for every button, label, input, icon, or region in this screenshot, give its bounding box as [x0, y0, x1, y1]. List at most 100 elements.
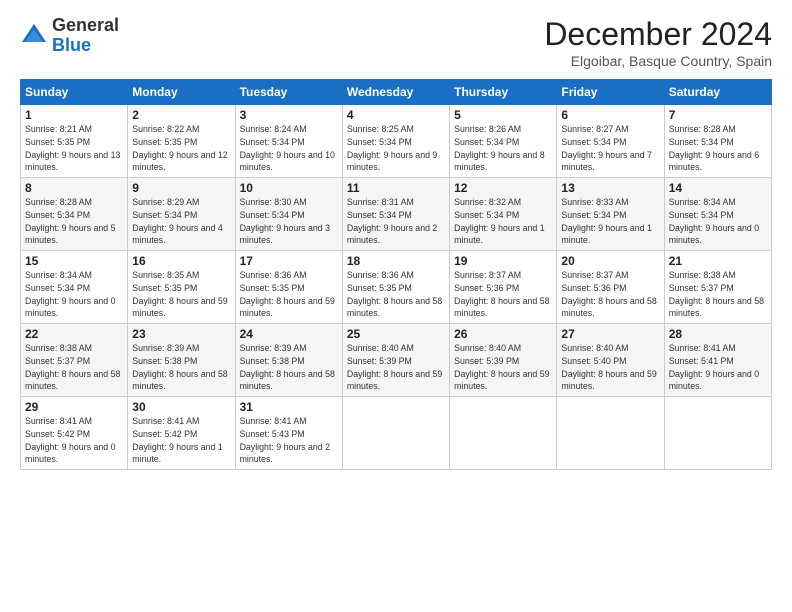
day-info: Sunrise: 8:37 AM Sunset: 5:36 PM Dayligh…	[561, 269, 659, 320]
day-number: 27	[561, 327, 659, 341]
calendar-cell: 25 Sunrise: 8:40 AM Sunset: 5:39 PM Dayl…	[342, 324, 449, 397]
calendar-cell: 29 Sunrise: 8:41 AM Sunset: 5:42 PM Dayl…	[21, 397, 128, 470]
calendar-cell: 27 Sunrise: 8:40 AM Sunset: 5:40 PM Dayl…	[557, 324, 664, 397]
calendar-cell: 31 Sunrise: 8:41 AM Sunset: 5:43 PM Dayl…	[235, 397, 342, 470]
day-number: 4	[347, 108, 445, 122]
day-number: 5	[454, 108, 552, 122]
day-number: 1	[25, 108, 123, 122]
day-number: 10	[240, 181, 338, 195]
day-info: Sunrise: 8:38 AM Sunset: 5:37 PM Dayligh…	[25, 342, 123, 393]
logo: General Blue	[20, 16, 119, 56]
calendar-table: SundayMondayTuesdayWednesdayThursdayFrid…	[20, 79, 772, 470]
calendar-cell: 5 Sunrise: 8:26 AM Sunset: 5:34 PM Dayli…	[450, 105, 557, 178]
day-number: 14	[669, 181, 767, 195]
day-number: 11	[347, 181, 445, 195]
calendar-cell: 12 Sunrise: 8:32 AM Sunset: 5:34 PM Dayl…	[450, 178, 557, 251]
day-number: 31	[240, 400, 338, 414]
calendar-cell: 4 Sunrise: 8:25 AM Sunset: 5:34 PM Dayli…	[342, 105, 449, 178]
calendar-cell: 22 Sunrise: 8:38 AM Sunset: 5:37 PM Dayl…	[21, 324, 128, 397]
logo-icon	[20, 22, 48, 50]
day-number: 13	[561, 181, 659, 195]
calendar-cell	[342, 397, 449, 470]
calendar-cell: 9 Sunrise: 8:29 AM Sunset: 5:34 PM Dayli…	[128, 178, 235, 251]
day-number: 28	[669, 327, 767, 341]
day-info: Sunrise: 8:41 AM Sunset: 5:42 PM Dayligh…	[132, 415, 230, 466]
calendar-cell: 16 Sunrise: 8:35 AM Sunset: 5:35 PM Dayl…	[128, 251, 235, 324]
calendar-cell: 2 Sunrise: 8:22 AM Sunset: 5:35 PM Dayli…	[128, 105, 235, 178]
calendar-header-saturday: Saturday	[664, 80, 771, 105]
calendar-cell: 15 Sunrise: 8:34 AM Sunset: 5:34 PM Dayl…	[21, 251, 128, 324]
day-number: 21	[669, 254, 767, 268]
day-info: Sunrise: 8:28 AM Sunset: 5:34 PM Dayligh…	[25, 196, 123, 247]
calendar-cell	[450, 397, 557, 470]
day-info: Sunrise: 8:36 AM Sunset: 5:35 PM Dayligh…	[347, 269, 445, 320]
day-info: Sunrise: 8:37 AM Sunset: 5:36 PM Dayligh…	[454, 269, 552, 320]
location: Elgoibar, Basque Country, Spain	[544, 53, 772, 69]
day-info: Sunrise: 8:40 AM Sunset: 5:39 PM Dayligh…	[347, 342, 445, 393]
day-number: 23	[132, 327, 230, 341]
day-number: 24	[240, 327, 338, 341]
day-info: Sunrise: 8:30 AM Sunset: 5:34 PM Dayligh…	[240, 196, 338, 247]
calendar-cell: 13 Sunrise: 8:33 AM Sunset: 5:34 PM Dayl…	[557, 178, 664, 251]
day-info: Sunrise: 8:39 AM Sunset: 5:38 PM Dayligh…	[132, 342, 230, 393]
day-info: Sunrise: 8:27 AM Sunset: 5:34 PM Dayligh…	[561, 123, 659, 174]
calendar-cell: 1 Sunrise: 8:21 AM Sunset: 5:35 PM Dayli…	[21, 105, 128, 178]
day-info: Sunrise: 8:40 AM Sunset: 5:39 PM Dayligh…	[454, 342, 552, 393]
day-info: Sunrise: 8:35 AM Sunset: 5:35 PM Dayligh…	[132, 269, 230, 320]
calendar-cell: 11 Sunrise: 8:31 AM Sunset: 5:34 PM Dayl…	[342, 178, 449, 251]
calendar-week-4: 22 Sunrise: 8:38 AM Sunset: 5:37 PM Dayl…	[21, 324, 772, 397]
day-info: Sunrise: 8:41 AM Sunset: 5:43 PM Dayligh…	[240, 415, 338, 466]
day-number: 26	[454, 327, 552, 341]
day-number: 12	[454, 181, 552, 195]
day-info: Sunrise: 8:28 AM Sunset: 5:34 PM Dayligh…	[669, 123, 767, 174]
calendar-cell: 30 Sunrise: 8:41 AM Sunset: 5:42 PM Dayl…	[128, 397, 235, 470]
day-info: Sunrise: 8:34 AM Sunset: 5:34 PM Dayligh…	[669, 196, 767, 247]
header: General Blue December 2024 Elgoibar, Bas…	[20, 16, 772, 69]
logo-blue: Blue	[52, 35, 91, 55]
calendar-header-friday: Friday	[557, 80, 664, 105]
calendar-cell	[557, 397, 664, 470]
day-number: 3	[240, 108, 338, 122]
day-info: Sunrise: 8:25 AM Sunset: 5:34 PM Dayligh…	[347, 123, 445, 174]
logo-general: General	[52, 15, 119, 35]
day-number: 19	[454, 254, 552, 268]
day-number: 9	[132, 181, 230, 195]
day-info: Sunrise: 8:22 AM Sunset: 5:35 PM Dayligh…	[132, 123, 230, 174]
calendar-cell: 18 Sunrise: 8:36 AM Sunset: 5:35 PM Dayl…	[342, 251, 449, 324]
calendar-week-1: 1 Sunrise: 8:21 AM Sunset: 5:35 PM Dayli…	[21, 105, 772, 178]
calendar-cell: 8 Sunrise: 8:28 AM Sunset: 5:34 PM Dayli…	[21, 178, 128, 251]
calendar-cell: 23 Sunrise: 8:39 AM Sunset: 5:38 PM Dayl…	[128, 324, 235, 397]
calendar-cell: 10 Sunrise: 8:30 AM Sunset: 5:34 PM Dayl…	[235, 178, 342, 251]
page: General Blue December 2024 Elgoibar, Bas…	[0, 0, 792, 612]
month-title: December 2024	[544, 16, 772, 53]
day-number: 7	[669, 108, 767, 122]
calendar-week-2: 8 Sunrise: 8:28 AM Sunset: 5:34 PM Dayli…	[21, 178, 772, 251]
calendar-cell: 20 Sunrise: 8:37 AM Sunset: 5:36 PM Dayl…	[557, 251, 664, 324]
calendar-cell: 7 Sunrise: 8:28 AM Sunset: 5:34 PM Dayli…	[664, 105, 771, 178]
calendar-week-5: 29 Sunrise: 8:41 AM Sunset: 5:42 PM Dayl…	[21, 397, 772, 470]
day-info: Sunrise: 8:41 AM Sunset: 5:41 PM Dayligh…	[669, 342, 767, 393]
day-number: 2	[132, 108, 230, 122]
calendar-cell: 6 Sunrise: 8:27 AM Sunset: 5:34 PM Dayli…	[557, 105, 664, 178]
calendar-cell: 24 Sunrise: 8:39 AM Sunset: 5:38 PM Dayl…	[235, 324, 342, 397]
day-info: Sunrise: 8:26 AM Sunset: 5:34 PM Dayligh…	[454, 123, 552, 174]
day-info: Sunrise: 8:33 AM Sunset: 5:34 PM Dayligh…	[561, 196, 659, 247]
day-info: Sunrise: 8:29 AM Sunset: 5:34 PM Dayligh…	[132, 196, 230, 247]
calendar-cell: 17 Sunrise: 8:36 AM Sunset: 5:35 PM Dayl…	[235, 251, 342, 324]
calendar-cell: 3 Sunrise: 8:24 AM Sunset: 5:34 PM Dayli…	[235, 105, 342, 178]
title-block: December 2024 Elgoibar, Basque Country, …	[544, 16, 772, 69]
day-info: Sunrise: 8:36 AM Sunset: 5:35 PM Dayligh…	[240, 269, 338, 320]
day-number: 6	[561, 108, 659, 122]
calendar-cell	[664, 397, 771, 470]
day-info: Sunrise: 8:34 AM Sunset: 5:34 PM Dayligh…	[25, 269, 123, 320]
day-number: 20	[561, 254, 659, 268]
day-number: 15	[25, 254, 123, 268]
calendar-cell: 28 Sunrise: 8:41 AM Sunset: 5:41 PM Dayl…	[664, 324, 771, 397]
day-info: Sunrise: 8:21 AM Sunset: 5:35 PM Dayligh…	[25, 123, 123, 174]
day-info: Sunrise: 8:39 AM Sunset: 5:38 PM Dayligh…	[240, 342, 338, 393]
day-info: Sunrise: 8:38 AM Sunset: 5:37 PM Dayligh…	[669, 269, 767, 320]
calendar-header-thursday: Thursday	[450, 80, 557, 105]
day-number: 8	[25, 181, 123, 195]
day-number: 29	[25, 400, 123, 414]
calendar-header-tuesday: Tuesday	[235, 80, 342, 105]
